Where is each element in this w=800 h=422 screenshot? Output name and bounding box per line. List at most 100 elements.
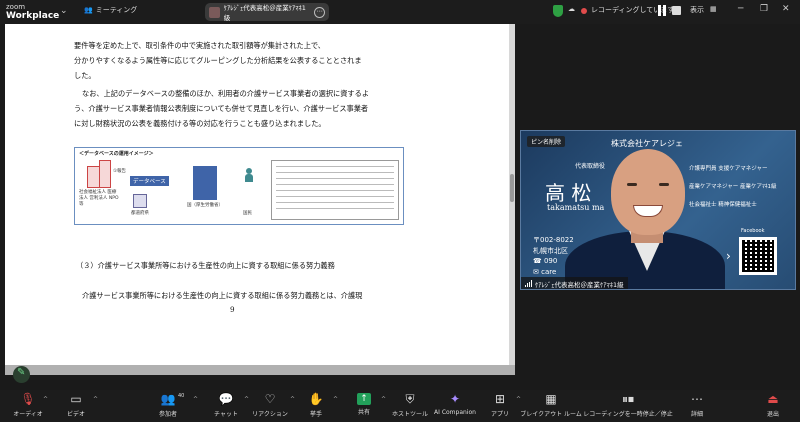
hand-icon: ✋ <box>308 392 324 406</box>
host-tools-label: ホストツール <box>391 411 428 418</box>
diagram-left-labels: 社会福祉法人 医療法人 営利法人 NPO 等 <box>79 190 119 207</box>
close-icon[interactable]: ✕ <box>782 4 790 14</box>
meeting-menu[interactable]: 👥 ミーティング <box>84 5 137 15</box>
virtual-bg-address: 札幌市北区 <box>533 247 568 255</box>
recording-button[interactable]: ⏸⏹ レコーディングを一時停止／停止 <box>583 392 673 418</box>
shared-screen-scrollbar[interactable] <box>509 24 515 365</box>
person-eye-left <box>627 183 637 186</box>
chevron-right-icon: › <box>726 249 731 263</box>
signal-strength-icon <box>525 280 532 287</box>
virtual-bg-titles-1: 介護専門員 支援ケアマネジャー <box>689 166 768 172</box>
diagram-notes-box <box>271 160 399 220</box>
prefecture-building-icon <box>133 194 147 208</box>
heart-icon: ♡ <box>264 392 276 406</box>
participant-video-tile[interactable]: 株式会社ケアレジェ 代表取締役 高 松 takamatsu ma 介護専門員 支… <box>520 130 796 290</box>
share-screen-icon: ↑ <box>357 393 371 405</box>
logo-line2: Workplace <box>6 11 60 21</box>
participants-label: 参加者 <box>158 411 177 418</box>
security-shield-icon[interactable] <box>553 5 563 17</box>
virtual-bg-rep: 代表取締役 <box>575 163 606 170</box>
facebook-label: Facebook <box>741 228 765 234</box>
pause-stop-icon: ⏸⏹ <box>621 392 634 406</box>
doc-body-line: 介護サービス事業所等における生産性の向上に資する取組に係る努力義務とは、介護現 <box>82 291 363 300</box>
apps-label: アプリ <box>490 411 509 418</box>
virtual-bg-roman: takamatsu ma <box>547 203 605 212</box>
exit-icon: ⏏ <box>767 392 779 406</box>
recording-cloud-icon: ☁ <box>568 5 575 13</box>
shield-icon: ⛨ <box>405 392 415 406</box>
shared-screen: 要件等を定めた上で、取引条件の中で実施された取引額等が集計された上で、 分かりや… <box>5 24 515 365</box>
diagram-db-label: データベース <box>130 176 169 186</box>
breakout-label: ブレイクアウト ルーム <box>520 411 582 418</box>
breakout-grid-icon: ▦ <box>545 392 557 406</box>
participant-name-bar: ｹｱﾚｼﾞｪ代表高松＠産業ｹｱﾏﾈ1級 <box>521 277 628 289</box>
minimize-icon[interactable]: ─ <box>738 4 743 14</box>
share-label: 共有 <box>357 409 370 416</box>
video-label: ビデオ <box>66 411 85 418</box>
doc-line-3: した。 <box>74 71 96 80</box>
mic-muted-icon: 🎙 <box>20 392 36 406</box>
view-grid-icon[interactable]: ▦ <box>710 5 717 13</box>
chat-bubble-icon: 💬 <box>218 392 234 406</box>
doc-line-2: 分かりやすくなるよう属性等に応じてグルーピングした分析結果を公表することとされま <box>74 56 362 65</box>
more-details-button[interactable]: ⋯ 詳細 <box>667 392 727 418</box>
meeting-label: ミーティング <box>95 6 138 14</box>
chevron-down-icon[interactable]: ⌄ <box>60 6 68 16</box>
virtual-bg-company: 株式会社ケアレジェ <box>611 139 683 148</box>
page-number: 9 <box>230 305 235 314</box>
leave-button[interactable]: ⏏ 退出 <box>743 392 800 418</box>
reactions-label: リアクション <box>252 411 288 418</box>
participants-button[interactable]: 👥 参加者 <box>138 392 198 418</box>
database-diagram: ＜データベースの運用イメージ＞ 社会福祉法人 医療法人 営利法人 NPO 等 ①… <box>74 147 404 225</box>
ministry-tower-icon <box>193 166 217 200</box>
qr-code-icon <box>739 237 777 275</box>
stop-recording-icon[interactable] <box>672 6 681 15</box>
person-face <box>611 149 685 235</box>
section-heading: （３）介護サービス事業所等における生産性の向上に資する取組に係る努力義務 <box>76 261 335 270</box>
doc-para2-line1: なお、上記のデータベースの整備のほか、利用者の介護サービス事業者の選択に資するよ <box>82 89 370 98</box>
meeting-toolbar: 🎙 オーディオ ^ ▭ ビデオ ^ 👥 参加者 40 ^ 💬 チャット ^ ♡ … <box>0 390 800 422</box>
recording-dot-icon <box>581 8 587 14</box>
virtual-bg-name: 高 松 <box>545 181 592 205</box>
virtual-bg-postal: 〒002-8022 <box>533 236 574 244</box>
pause-recording-icon[interactable] <box>658 5 668 16</box>
doc-line-1: 要件等を定めた上で、取引条件の中で実施された取引額等が集計された上で、 <box>74 41 325 50</box>
raise-hand-label: 挙手 <box>309 411 322 418</box>
diagram-kokumin-label: 国民 <box>243 211 252 216</box>
virtual-bg-phone: ☎ 090 <box>533 257 558 265</box>
audio-label: オーディオ <box>13 411 43 418</box>
host-avatar <box>209 6 220 18</box>
virtual-bg-titles-2: 産業ケアマネジャー 産業ケアﾏﾈ1級 <box>689 184 777 190</box>
doc-para2-line3: に対し財務状況の公表を義務付ける等の対応を行うことも盛り込まれました。 <box>74 119 326 128</box>
video-camera-icon: ▭ <box>70 392 82 406</box>
virtual-bg-email: ✉ care <box>533 268 557 276</box>
diagram-report-label: ①報告 <box>113 169 127 174</box>
virtual-bg-titles-3: 社会福祉士 精神保健福祉士 <box>689 202 757 208</box>
video-caret-icon[interactable]: ^ <box>93 396 98 403</box>
diagram-kuni-label: 国（厚生労働省） <box>187 203 223 208</box>
title-bar: zoom Workplace ⌄ 👥 ミーティング ｹｱﾚｼﾞｪ代表高松＠産業ｹ… <box>0 0 800 24</box>
citizen-person-icon <box>245 168 253 182</box>
apps-icon: ⊞ <box>494 392 506 406</box>
more-dots-icon: ⋯ <box>691 392 703 406</box>
maximize-icon[interactable]: ❐ <box>760 4 768 14</box>
annotate-pen-icon[interactable] <box>13 366 30 383</box>
pin-label[interactable]: ピン名削除 <box>527 136 566 147</box>
zoom-logo: zoom Workplace <box>6 3 59 21</box>
person-eye-right <box>659 183 669 186</box>
participants-icon: 👥 <box>160 392 176 406</box>
participants-count: 40 <box>178 393 185 399</box>
people-icon: 👥 <box>84 6 93 14</box>
details-label: 詳細 <box>690 411 703 418</box>
recording-label: レコーディングを一時停止／停止 <box>583 411 673 418</box>
doc-para2-line2: う、介護サービス事業者情報公表制度についても併せて見直しを行い、介護サービス事業… <box>74 104 369 113</box>
diagram-title: ＜データベースの運用イメージ＞ <box>79 151 154 157</box>
more-icon[interactable]: ⋯ <box>314 6 325 18</box>
leave-label: 退出 <box>766 411 779 418</box>
meeting-title: ｹｱﾚｼﾞｪ代表高松＠産業ｹｱﾏﾈ1級 <box>223 4 306 22</box>
breakout-rooms-button[interactable]: ▦ ブレイクアウト ルーム <box>520 392 582 418</box>
sparkle-icon: ✦ <box>449 392 461 406</box>
meeting-title-pill[interactable]: ｹｱﾚｼﾞｪ代表高松＠産業ｹｱﾏﾈ1級 ⋯ <box>205 3 329 22</box>
view-menu[interactable]: 表示 <box>690 5 704 15</box>
shared-screen-bottom-strip <box>5 365 515 375</box>
